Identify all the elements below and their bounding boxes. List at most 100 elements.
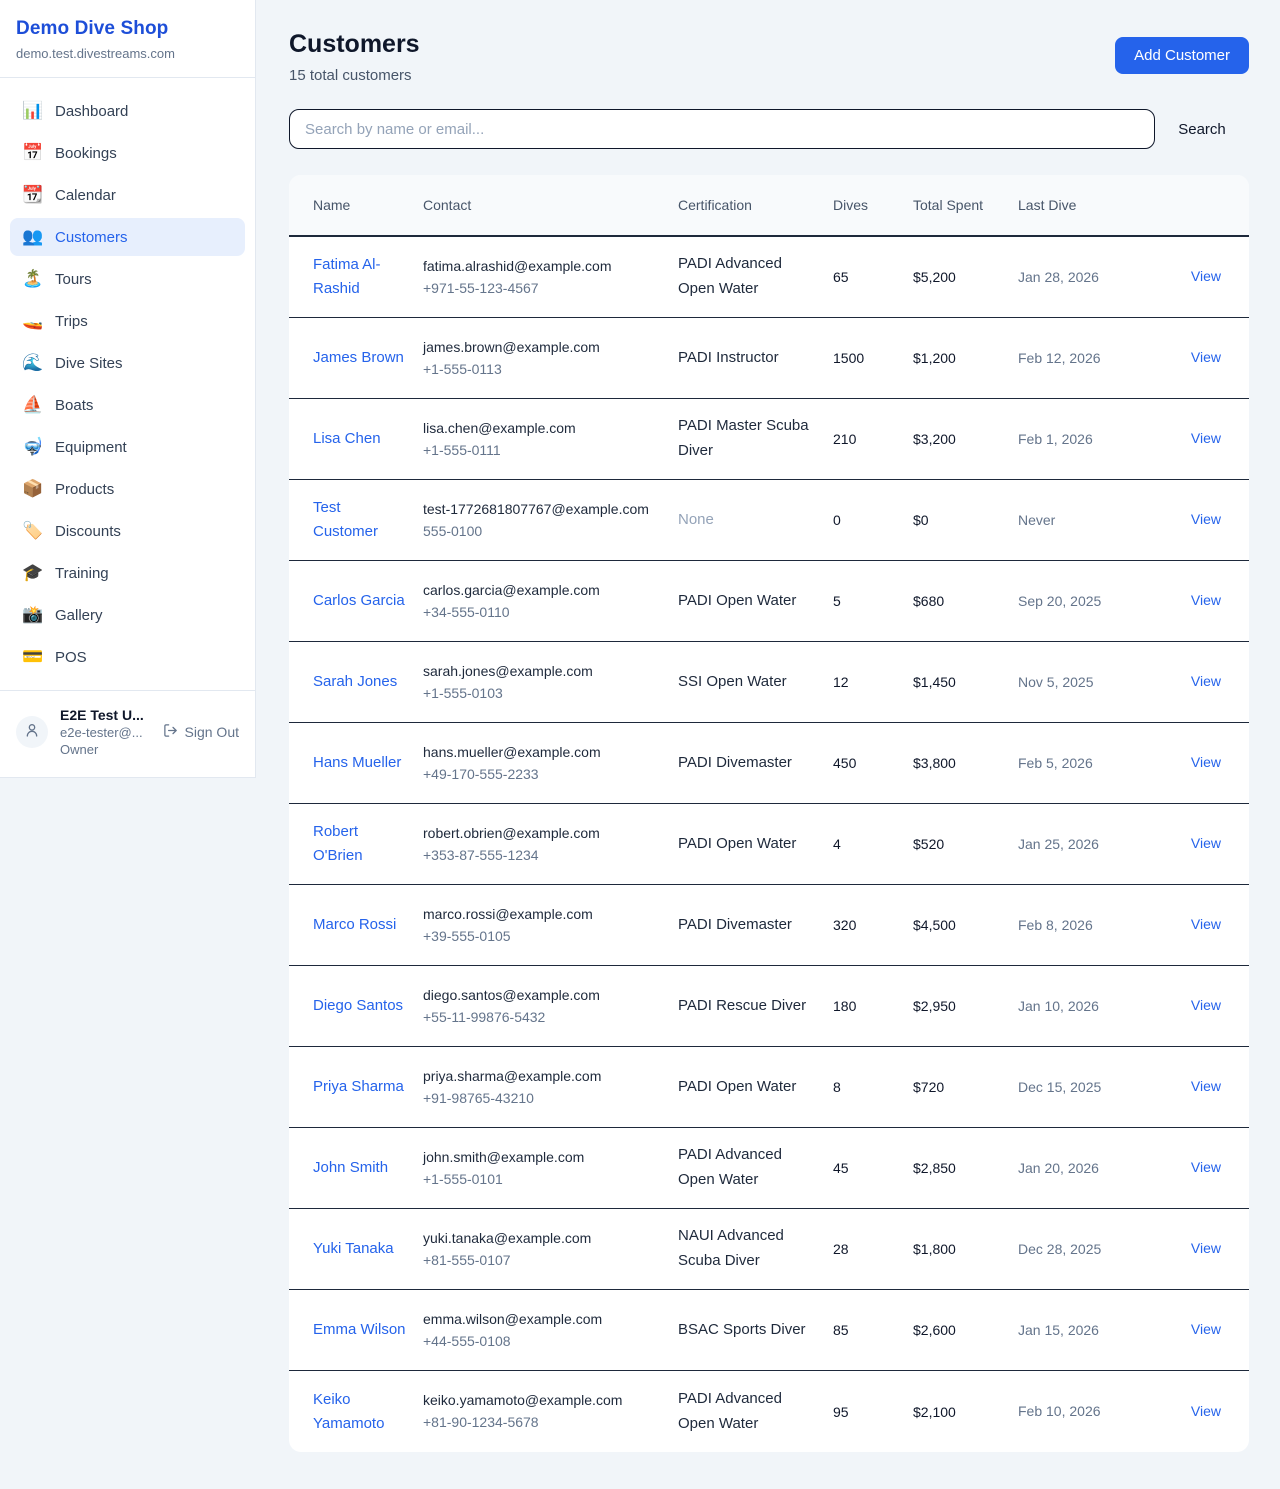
customer-total-spent: $4,500 <box>913 917 1018 933</box>
sidebar-item-equipment[interactable]: 🤿Equipment <box>10 428 245 466</box>
sidebar-item-training[interactable]: 🎓Training <box>10 554 245 592</box>
sidebar-item-discounts[interactable]: 🏷️Discounts <box>10 512 245 550</box>
customer-name-link[interactable]: Test Customer <box>313 496 409 544</box>
customer-email: lisa.chen@example.com <box>423 418 664 438</box>
camera-icon: 📸 <box>22 605 42 625</box>
customer-name-link[interactable]: Emma Wilson <box>313 1318 406 1342</box>
customer-name-link[interactable]: Diego Santos <box>313 994 403 1018</box>
column-header: Last Dive <box>1018 183 1133 227</box>
people-icon: 👥 <box>22 227 42 247</box>
customer-certification: PADI Advanced Open Water <box>678 1387 833 1437</box>
sidebar-item-products[interactable]: 📦Products <box>10 470 245 508</box>
customer-last-dive: Nov 5, 2025 <box>1018 672 1133 692</box>
customer-dives: 450 <box>833 755 913 771</box>
customer-name-link[interactable]: Sarah Jones <box>313 670 397 694</box>
customer-dives: 0 <box>833 512 913 528</box>
sidebar-item-gallery[interactable]: 📸Gallery <box>10 596 245 634</box>
view-link[interactable]: View <box>1191 349 1221 365</box>
app-subtitle: demo.test.divestreams.com <box>16 46 239 61</box>
customer-name-link[interactable]: Fatima Al-Rashid <box>313 253 409 301</box>
view-link[interactable]: View <box>1191 673 1221 689</box>
sidebar-item-customers[interactable]: 👥Customers <box>10 218 245 256</box>
customer-last-dive: Dec 28, 2025 <box>1018 1239 1133 1259</box>
sidebar-item-label: Calendar <box>55 187 116 204</box>
customer-total-spent: $0 <box>913 512 1018 528</box>
customer-name-link[interactable]: Carlos Garcia <box>313 589 405 613</box>
table-row: Yuki Tanaka yuki.tanaka@example.com +81-… <box>289 1209 1249 1290</box>
add-customer-button[interactable]: Add Customer <box>1115 37 1249 74</box>
customer-name-link[interactable]: Priya Sharma <box>313 1075 404 1099</box>
sidebar-item-trips[interactable]: 🚤Trips <box>10 302 245 340</box>
customer-phone: +91-98765-43210 <box>423 1089 664 1109</box>
view-link[interactable]: View <box>1191 1321 1221 1337</box>
customer-name-link[interactable]: James Brown <box>313 346 404 370</box>
view-link[interactable]: View <box>1191 1403 1221 1419</box>
sidebar-item-boats[interactable]: ⛵Boats <box>10 386 245 424</box>
sidebar-item-tours[interactable]: 🏝️Tours <box>10 260 245 298</box>
customer-name-link[interactable]: Robert O'Brien <box>313 820 409 868</box>
search-input[interactable] <box>289 109 1155 149</box>
customer-phone: +1-555-0101 <box>423 1170 664 1190</box>
view-link[interactable]: View <box>1191 1240 1221 1256</box>
sidebar-item-dive-sites[interactable]: 🌊Dive Sites <box>10 344 245 382</box>
sidebar-item-dashboard[interactable]: 📊Dashboard <box>10 92 245 130</box>
customer-last-dive: Sep 20, 2025 <box>1018 591 1133 611</box>
customer-last-dive: Jan 25, 2026 <box>1018 834 1133 854</box>
customer-last-dive: Jan 20, 2026 <box>1018 1158 1133 1178</box>
table-row: Robert O'Brien robert.obrien@example.com… <box>289 804 1249 885</box>
view-link[interactable]: View <box>1191 835 1221 851</box>
column-header: Name <box>313 183 423 227</box>
customer-email: sarah.jones@example.com <box>423 661 664 681</box>
view-link[interactable]: View <box>1191 1159 1221 1175</box>
customer-contact: marco.rossi@example.com +39-555-0105 <box>423 904 678 947</box>
customer-certification: BSAC Sports Diver <box>678 1318 833 1343</box>
customer-count: 15 total customers <box>289 67 420 84</box>
customer-total-spent: $680 <box>913 593 1018 609</box>
view-link[interactable]: View <box>1191 997 1221 1013</box>
customer-name-link[interactable]: Yuki Tanaka <box>313 1237 394 1261</box>
customer-total-spent: $2,100 <box>913 1404 1018 1420</box>
sidebar-item-bookings[interactable]: 📅Bookings <box>10 134 245 172</box>
customer-contact: james.brown@example.com +1-555-0113 <box>423 337 678 380</box>
table-row: Diego Santos diego.santos@example.com +5… <box>289 966 1249 1047</box>
customer-phone: +971-55-123-4567 <box>423 279 664 299</box>
customer-contact: priya.sharma@example.com +91-98765-43210 <box>423 1066 678 1109</box>
user-info: E2E Test U... e2e-tester@... Owner <box>60 707 151 757</box>
customer-dives: 12 <box>833 674 913 690</box>
customer-email: test-1772681807767@example.com <box>423 499 664 519</box>
customer-email: marco.rossi@example.com <box>423 904 664 924</box>
table-row: Emma Wilson emma.wilson@example.com +44-… <box>289 1290 1249 1371</box>
sidebar-item-calendar[interactable]: 📆 Calendar <box>10 176 245 214</box>
sidebar-nav: 📊Dashboard 📅Bookings 📆 Calendar 👥Customers 🏝️… <box>0 78 255 690</box>
customer-name-link[interactable]: Hans Mueller <box>313 751 401 775</box>
view-link[interactable]: View <box>1191 430 1221 446</box>
customer-name-link[interactable]: Marco Rossi <box>313 913 396 937</box>
customer-name-link[interactable]: Lisa Chen <box>313 427 381 451</box>
customer-phone: 555-0100 <box>423 522 664 542</box>
view-link[interactable]: View <box>1191 1078 1221 1094</box>
sidebar-header: Demo Dive Shop demo.test.divestreams.com <box>0 0 255 78</box>
sign-out-button[interactable]: Sign Out <box>163 723 241 741</box>
sidebar-item-label: Trips <box>55 313 88 330</box>
customer-certification: NAUI Advanced Scuba Diver <box>678 1224 833 1274</box>
customer-total-spent: $1,450 <box>913 674 1018 690</box>
view-link[interactable]: View <box>1191 268 1221 284</box>
customer-email: priya.sharma@example.com <box>423 1066 664 1086</box>
customer-email: fatima.alrashid@example.com <box>423 256 664 276</box>
customer-certification: PADI Divemaster <box>678 751 833 776</box>
customer-dives: 1500 <box>833 350 913 366</box>
calendar-icon: 📆 <box>22 185 42 205</box>
view-link[interactable]: View <box>1191 916 1221 932</box>
search-button[interactable]: Search <box>1155 121 1249 138</box>
view-link[interactable]: View <box>1191 511 1221 527</box>
customer-name-link[interactable]: Keiko Yamamoto <box>313 1388 409 1436</box>
view-link[interactable]: View <box>1191 592 1221 608</box>
table-row: Fatima Al-Rashid fatima.alrashid@example… <box>289 237 1249 318</box>
customer-phone: +49-170-555-2233 <box>423 765 664 785</box>
customer-name-link[interactable]: John Smith <box>313 1156 388 1180</box>
main-content: Customers 15 total customers Add Custome… <box>256 0 1280 1489</box>
package-icon: 📦 <box>22 479 42 499</box>
sidebar-item-pos[interactable]: 💳POS <box>10 638 245 676</box>
view-link[interactable]: View <box>1191 754 1221 770</box>
customer-contact: yuki.tanaka@example.com +81-555-0107 <box>423 1228 678 1271</box>
